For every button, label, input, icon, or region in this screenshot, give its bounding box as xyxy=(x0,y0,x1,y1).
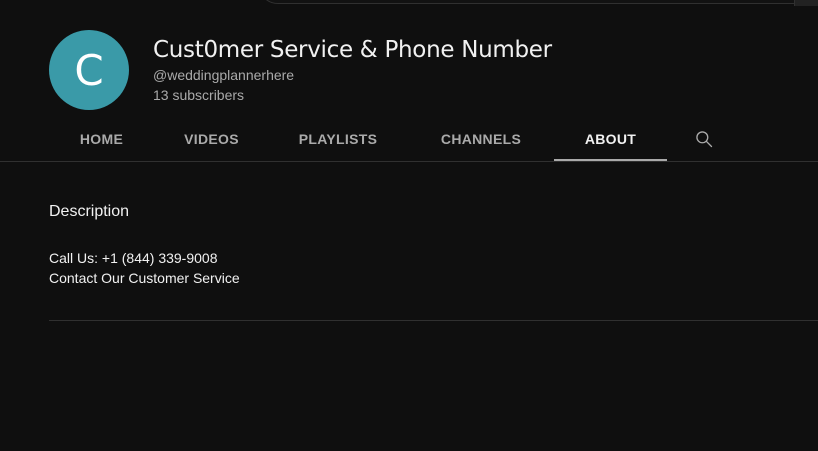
channel-handle: @weddingplannerhere xyxy=(153,67,295,83)
section-divider xyxy=(49,320,818,321)
description-line: Call Us: +1 (844) 339-9008 xyxy=(49,250,218,266)
avatar[interactable]: C xyxy=(49,30,129,110)
channel-title: Cust0mer Service & Phone Number xyxy=(153,37,552,63)
tab-channels[interactable]: CHANNELS xyxy=(408,116,554,162)
search-icon xyxy=(696,131,713,148)
channel-tabs: HOME VIDEOS PLAYLISTS CHANNELS ABOUT xyxy=(48,116,741,162)
tab-home[interactable]: HOME xyxy=(48,116,155,162)
tab-about[interactable]: ABOUT xyxy=(554,116,667,162)
description-line: Contact Our Customer Service xyxy=(49,270,240,286)
description-text: Call Us: +1 (844) 339-9008 Contact Our C… xyxy=(49,248,240,288)
channel-info: Cust0mer Service & Phone Number @wedding… xyxy=(153,36,552,104)
tab-playlists[interactable]: PLAYLISTS xyxy=(268,116,408,162)
channel-search-button[interactable] xyxy=(667,116,741,162)
search-button[interactable] xyxy=(794,0,818,6)
subscriber-count: 13 subscribers xyxy=(153,87,245,103)
description-heading: Description xyxy=(49,203,130,220)
tab-videos[interactable]: VIDEOS xyxy=(155,116,268,162)
channel-about-page: C Cust0mer Service & Phone Number @weddi… xyxy=(0,0,818,451)
avatar-letter: C xyxy=(74,45,104,95)
search-input[interactable] xyxy=(258,0,818,4)
tabs-divider xyxy=(0,161,818,162)
